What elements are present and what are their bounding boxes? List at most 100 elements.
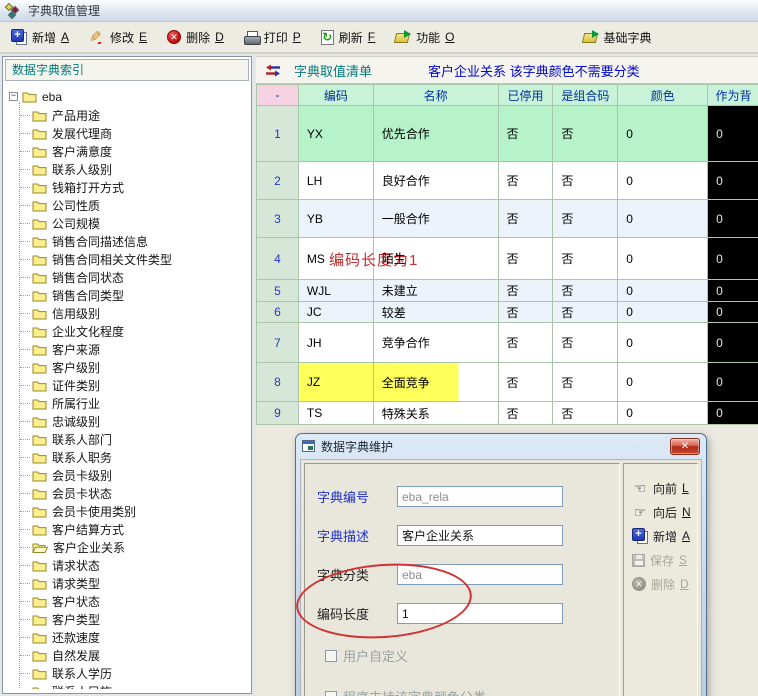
toolbar-button-label: 功能 xyxy=(416,29,440,46)
tree-item-label: 联系人学历 xyxy=(52,665,112,682)
row-combo: 否 xyxy=(553,200,618,238)
toolbar-button[interactable]: 刷新F xyxy=(314,26,382,49)
dialog-button[interactable]: 向前 L xyxy=(632,476,697,500)
checkbox-row: 程序支持该字典颜色分类 xyxy=(325,687,619,696)
tree-item-label: 客户来源 xyxy=(52,341,100,358)
tree-item[interactable]: 自然发展 xyxy=(33,646,251,664)
tree-item[interactable]: 联系人级别 xyxy=(33,160,251,178)
tree-item[interactable]: 所属行业 xyxy=(33,394,251,412)
tree-item[interactable]: 会员卡级别 xyxy=(33,466,251,484)
tree-item[interactable]: 客户状态 xyxy=(33,592,251,610)
tree-item[interactable]: 发展代理商 xyxy=(33,124,251,142)
tree-item-label: 客户企业关系 xyxy=(53,539,125,556)
tree-item[interactable]: 客户结算方式 xyxy=(33,520,251,538)
tree-item[interactable]: 产品用途 xyxy=(33,106,251,124)
table-row[interactable]: 7 JH 竞争合作 否 否 0 0 xyxy=(257,323,758,363)
table-row[interactable]: 2 LH 良好合作 否 否 0 0 xyxy=(257,162,758,200)
tree-item[interactable]: 销售合同类型 xyxy=(33,286,251,304)
table-row[interactable]: 3 YB 一般合作 否 否 0 0 xyxy=(257,200,758,238)
dialog-button[interactable]: 向后 N xyxy=(632,500,697,524)
collapse-expander-icon[interactable] xyxy=(9,92,18,101)
field-input[interactable] xyxy=(397,603,563,624)
close-icon[interactable]: ✕ xyxy=(670,438,700,455)
checkbox-label: 程序支持该字典颜色分类 xyxy=(343,687,486,696)
toolbar-button[interactable]: 基础字典 xyxy=(576,26,664,49)
folder-icon xyxy=(32,523,47,536)
tree-item[interactable]: 客户企业关系 xyxy=(33,538,251,556)
tree-item-label: 请求类型 xyxy=(52,575,100,592)
table-row[interactable]: 1 YX 优先合作 否 否 0 0 xyxy=(257,106,758,162)
row-color: 0 xyxy=(618,363,708,402)
toolbar: 新增A 修改E 删除D 打印P 刷新F xyxy=(0,22,758,54)
dialog-button-label: 删除 xyxy=(651,576,675,593)
tree-item-label: 销售合同相关文件类型 xyxy=(52,251,172,268)
row-combo: 否 xyxy=(553,302,618,323)
checkbox-label: 用户自定义 xyxy=(343,646,408,665)
hand-left-icon xyxy=(632,480,648,496)
tree-item[interactable]: 销售合同相关文件类型 xyxy=(33,250,251,268)
tree-item-label: 销售合同描述信息 xyxy=(52,233,148,250)
tree-item[interactable]: 钱箱打开方式 xyxy=(33,178,251,196)
tree-item-label: 信用级别 xyxy=(52,305,100,322)
tree-item-label: 公司性质 xyxy=(52,197,100,214)
tree-item[interactable]: 客户类型 xyxy=(33,610,251,628)
folder-icon xyxy=(32,163,47,176)
tree-item[interactable]: 联系人学历 xyxy=(33,664,251,682)
table-row[interactable]: 8 JZ 全面竞争 否 否 0 0 xyxy=(257,363,758,402)
field-label: 字典描述 xyxy=(317,526,397,545)
folder-icon xyxy=(32,685,47,690)
tree-item[interactable]: 销售合同描述信息 xyxy=(33,232,251,250)
tree-item[interactable]: 信用级别 xyxy=(33,304,251,322)
toolbar-button-label: 删除 xyxy=(186,29,210,46)
field-input[interactable] xyxy=(397,486,563,507)
tree-item[interactable]: 请求状态 xyxy=(33,556,251,574)
tree-item-label: 会员卡状态 xyxy=(52,485,112,502)
folder-icon xyxy=(32,235,47,248)
dialog-button-accel: A xyxy=(682,529,690,543)
toolbar-button[interactable]: 打印P xyxy=(237,26,308,49)
dialog-button[interactable]: 保存 S xyxy=(632,548,697,572)
toolbar-button[interactable]: 修改E xyxy=(82,26,154,49)
dialog-button[interactable]: 新增 A xyxy=(632,524,697,548)
tree-item[interactable]: 联系人民族 xyxy=(33,682,251,689)
tree-item[interactable]: 销售合同状态 xyxy=(33,268,251,286)
toolbar-button[interactable]: 删除D xyxy=(160,26,231,49)
dialog-title: 数据字典维护 xyxy=(321,438,670,455)
column-header-combo: 是组合码 xyxy=(553,85,618,106)
table-row[interactable]: 9 TS 特殊关系 否 否 0 0 xyxy=(257,402,758,425)
row-background-color: 0 xyxy=(708,200,758,238)
tree-item[interactable]: 证件类别 xyxy=(33,376,251,394)
tree-item-label: 联系人职务 xyxy=(52,449,112,466)
dialog-button[interactable]: 删除 D xyxy=(632,572,697,596)
tree-item-label: 联系人民族 xyxy=(52,683,112,690)
tree-item[interactable]: 联系人部门 xyxy=(33,430,251,448)
row-name: 优先合作 xyxy=(374,106,499,162)
tree-item[interactable]: 会员卡使用类别 xyxy=(33,502,251,520)
tree-item[interactable]: 还款速度 xyxy=(33,628,251,646)
checkbox[interactable] xyxy=(325,650,337,662)
tree-item[interactable]: 公司性质 xyxy=(33,196,251,214)
field-input[interactable] xyxy=(397,564,563,585)
checkbox[interactable] xyxy=(325,691,337,696)
table-row[interactable]: 6 JC 较差 否 否 0 0 xyxy=(257,302,758,323)
tree-item[interactable]: 忠诚级别 xyxy=(33,412,251,430)
tree-item[interactable]: 会员卡状态 xyxy=(33,484,251,502)
tree-item[interactable]: 请求类型 xyxy=(33,574,251,592)
row-code: WJL xyxy=(299,280,374,302)
tree-item[interactable]: 客户级别 xyxy=(33,358,251,376)
tree-item[interactable]: 客户满意度 xyxy=(33,142,251,160)
toolbar-button[interactable]: 新增A xyxy=(4,26,76,49)
tree-item[interactable]: 公司规模 xyxy=(33,214,251,232)
field-input[interactable] xyxy=(397,525,563,546)
column-header-color: 颜色 xyxy=(618,85,708,106)
tree-root-item[interactable]: eba xyxy=(9,87,251,106)
delete-icon xyxy=(167,30,181,44)
tree-item[interactable]: 客户来源 xyxy=(33,340,251,358)
tree-item[interactable]: 企业文化程度 xyxy=(33,322,251,340)
row-combo: 否 xyxy=(553,363,618,402)
row-name: 竞争合作 xyxy=(374,323,499,363)
tree-item[interactable]: 联系人职务 xyxy=(33,448,251,466)
table-row[interactable]: 5 WJL 未建立 否 否 0 0 xyxy=(257,280,758,302)
toolbar-button[interactable]: 功能O xyxy=(388,26,461,49)
toolbar-button-label: 打印 xyxy=(264,29,288,46)
